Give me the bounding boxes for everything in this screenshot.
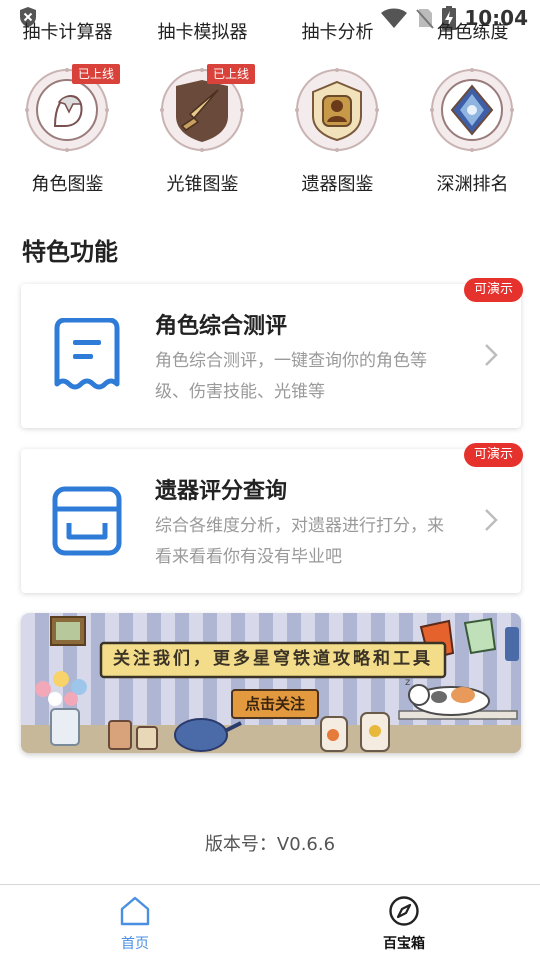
tool-gacha-calculator[interactable]: 抽卡计算器 [0,18,135,44]
chevron-right-icon [485,509,498,531]
relic-icon [295,68,379,152]
feature-card-character-evaluation[interactable]: 角色综合测评 角色综合测评，一键查询你的角色等级、伤害技能、光锥等 可演示 [21,278,523,428]
nav-label: 百宝箱 [383,936,425,952]
guide-item-light-cones[interactable]: 已上线 光锥图鉴 [135,62,270,202]
guide-item-characters[interactable]: 已上线 角色图鉴 [0,62,135,202]
guide-row: 已上线 角色图鉴 已上线 光锥图鉴 遗器图鉴 深渊排名 [0,62,540,202]
svg-text:z: z [405,677,410,688]
compass-icon [389,896,419,926]
home-icon [120,896,150,926]
chevron-right-icon [485,344,498,366]
card-title: 角色综合测评 [155,314,288,339]
demo-badge: 可演示 [463,443,523,467]
card-description: 角色综合测评，一键查询你的角色等级、伤害技能、光锥等 [155,351,427,402]
tool-gacha-simulator[interactable]: 抽卡模拟器 [135,18,270,44]
abyss-icon [430,68,514,152]
card-title: 遗器评分查询 [155,479,288,504]
guide-item-abyss-ranking[interactable]: 深渊排名 [405,62,540,202]
online-badge: 已上线 [72,64,121,84]
guide-label: 光锥图鉴 [166,174,239,195]
nav-home[interactable]: 首页 [75,885,195,960]
inbox-icon [52,486,122,556]
version-text: 版本号：V0.6.6 [204,834,336,855]
tool-character-build[interactable]: 角色练度 [405,18,540,44]
banner-illustration: z z [21,613,521,753]
card-description: 综合各维度分析，对遗器进行打分，来看来看看你有没有毕业吧 [155,516,444,567]
guide-label: 深渊排名 [436,174,509,195]
demo-badge: 可演示 [463,278,523,302]
nav-label: 首页 [121,936,149,952]
receipt-icon [54,318,120,390]
section-title: 特色功能 [22,238,118,266]
follow-button[interactable]: 点击关注 [231,689,319,719]
nav-toolbox[interactable]: 百宝箱 [344,885,464,960]
banner-text: 关注我们，更多星穹铁道攻略和工具 [113,649,433,669]
tool-row: 抽卡计算器 抽卡模拟器 抽卡分析 角色练度 [0,18,540,48]
online-badge: 已上线 [207,64,256,84]
bottom-nav: 首页 百宝箱 [0,884,540,960]
guide-item-relics[interactable]: 遗器图鉴 [270,62,405,202]
feature-card-relic-scoring[interactable]: 遗器评分查询 综合各维度分析，对遗器进行打分，来看来看看你有没有毕业吧 可演示 [21,443,523,593]
tool-gacha-analysis[interactable]: 抽卡分析 [270,18,405,44]
promo-banner[interactable]: z z 关注我们，更多星穹铁道攻略和工具 点击关注 [21,613,521,753]
guide-label: 角色图鉴 [31,174,104,195]
guide-label: 遗器图鉴 [301,174,374,195]
